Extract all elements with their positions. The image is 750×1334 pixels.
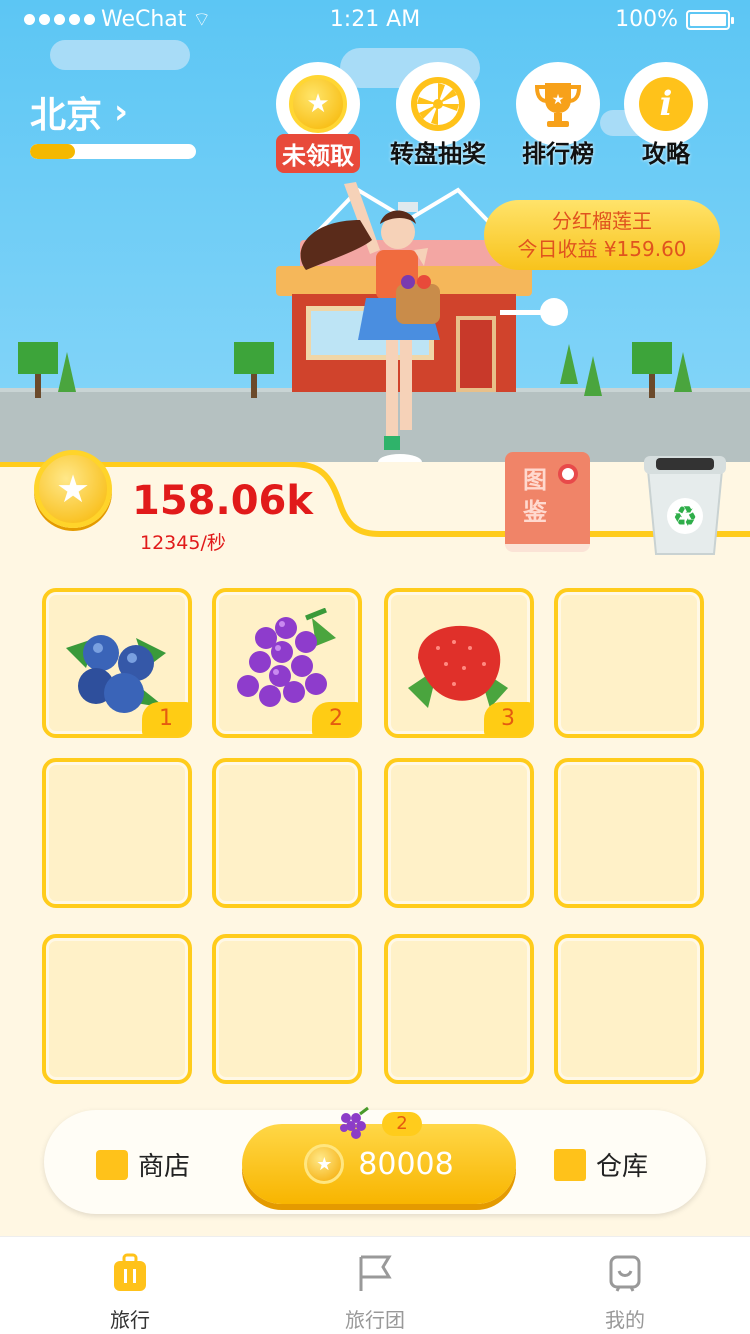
warehouse-icon bbox=[554, 1148, 586, 1181]
buy-price: 80008 bbox=[358, 1146, 454, 1182]
fruit-slot[interactable] bbox=[554, 934, 704, 1084]
tab-group-label: 旅行团 bbox=[345, 1308, 405, 1332]
city-name: 北京 bbox=[30, 95, 103, 136]
status-bar: WeChat ⌔ 1:21 AM 100% bbox=[0, 0, 750, 40]
panel-edge bbox=[0, 462, 750, 542]
earnings-today: 今日收益 ¥159.60 bbox=[517, 237, 687, 261]
fruit-slot[interactable]: 1 bbox=[42, 588, 192, 738]
reward-label: 未领取 bbox=[276, 134, 360, 173]
tree bbox=[674, 352, 692, 392]
tab-bar: 旅行 旅行团 我的 bbox=[0, 1236, 750, 1334]
fruit-level-badge: 3 bbox=[484, 702, 532, 736]
wheel-icon bbox=[411, 77, 465, 131]
buy-level-badge: 2 bbox=[382, 1112, 422, 1136]
earnings-title: 分红榴莲王 bbox=[552, 209, 652, 233]
recycle-bin-button[interactable]: ♻ bbox=[642, 450, 728, 558]
fruit-level-badge: 2 bbox=[312, 702, 360, 736]
profile-icon bbox=[609, 1255, 641, 1292]
sign-pole bbox=[500, 310, 544, 315]
coin-rate: 12345/秒 bbox=[140, 532, 226, 554]
shop-label: 商店 bbox=[138, 1152, 191, 1182]
collection-book-button[interactable]: 图鉴 bbox=[505, 452, 590, 552]
trophy-icon: ★ bbox=[534, 83, 582, 127]
fruit-slot[interactable] bbox=[554, 588, 704, 738]
fruit-slot[interactable] bbox=[384, 934, 534, 1084]
city-progress-bar bbox=[30, 144, 196, 159]
fruit-level-badge: 1 bbox=[142, 702, 190, 736]
chevron-right-icon: › bbox=[114, 92, 129, 132]
tab-mine[interactable]: 我的 bbox=[565, 1253, 685, 1333]
fruit-slot[interactable] bbox=[42, 934, 192, 1084]
cloud bbox=[50, 40, 190, 70]
fruit-slot[interactable] bbox=[212, 934, 362, 1084]
svg-text:★: ★ bbox=[552, 92, 565, 108]
shop-button[interactable]: 商店 bbox=[96, 1146, 190, 1183]
wheel-label: 转盘抽奖 bbox=[390, 140, 486, 168]
coin-icon: ★ bbox=[304, 1144, 345, 1184]
warehouse-button[interactable]: 仓库 bbox=[554, 1146, 648, 1183]
battery-area: 100% bbox=[615, 7, 734, 32]
city-selector[interactable]: 北京 › bbox=[30, 86, 128, 138]
tree bbox=[584, 356, 602, 396]
guide-button[interactable]: i 攻略 bbox=[616, 62, 716, 169]
suitcase-icon bbox=[114, 1253, 146, 1291]
warehouse-label: 仓库 bbox=[596, 1152, 649, 1182]
tree bbox=[632, 342, 672, 398]
ranking-button[interactable]: ★ 排行榜 bbox=[508, 62, 608, 169]
coin-balance: 158.06k bbox=[132, 478, 313, 524]
book-label: 图鉴 bbox=[523, 466, 547, 526]
grape-icon bbox=[340, 1106, 369, 1139]
city-progress-fill bbox=[30, 144, 75, 159]
fruit-slot[interactable] bbox=[554, 758, 704, 908]
flag-icon bbox=[359, 1255, 392, 1291]
svg-text:♻: ♻ bbox=[672, 500, 697, 533]
coin-icon: ★ bbox=[34, 450, 112, 528]
guide-label: 攻略 bbox=[642, 140, 690, 168]
sign bbox=[540, 298, 568, 326]
fruit-slot[interactable]: 2 bbox=[212, 588, 362, 738]
house-door bbox=[456, 316, 496, 392]
tree bbox=[560, 344, 578, 384]
tree bbox=[234, 342, 274, 398]
shop-icon bbox=[96, 1149, 128, 1180]
lucky-wheel-button[interactable]: 转盘抽奖 bbox=[388, 62, 488, 169]
reward-button[interactable]: ★ 未领取 bbox=[268, 62, 368, 173]
fruit-slot[interactable] bbox=[42, 758, 192, 908]
app-screen: WeChat ⌔ 1:21 AM 100% 北京 › ★ 未领取 转盘抽奖 ★ … bbox=[0, 0, 750, 1334]
dividend-earnings-badge[interactable]: 分红榴莲王 今日收益 ¥159.60 bbox=[484, 200, 720, 270]
info-icon: i bbox=[639, 77, 693, 131]
battery-percent: 100% bbox=[615, 7, 678, 32]
battery-icon bbox=[686, 9, 734, 30]
fruit-slot[interactable] bbox=[384, 758, 534, 908]
ranking-label: 排行榜 bbox=[522, 140, 594, 168]
tab-group[interactable]: 旅行团 bbox=[315, 1253, 435, 1333]
fruit-slot[interactable] bbox=[212, 758, 362, 908]
tree bbox=[58, 352, 76, 392]
tab-travel-label: 旅行 bbox=[110, 1308, 150, 1332]
tab-mine-label: 我的 bbox=[605, 1308, 645, 1332]
coin-star-icon: ★ bbox=[289, 75, 347, 133]
tree bbox=[18, 342, 58, 398]
buy-fruit-button[interactable]: ★ 80008 bbox=[242, 1124, 516, 1204]
fruit-slot[interactable]: 3 bbox=[384, 588, 534, 738]
book-clasp-icon bbox=[558, 464, 578, 484]
girl-character bbox=[300, 182, 440, 470]
tab-travel[interactable]: 旅行 bbox=[70, 1253, 190, 1333]
